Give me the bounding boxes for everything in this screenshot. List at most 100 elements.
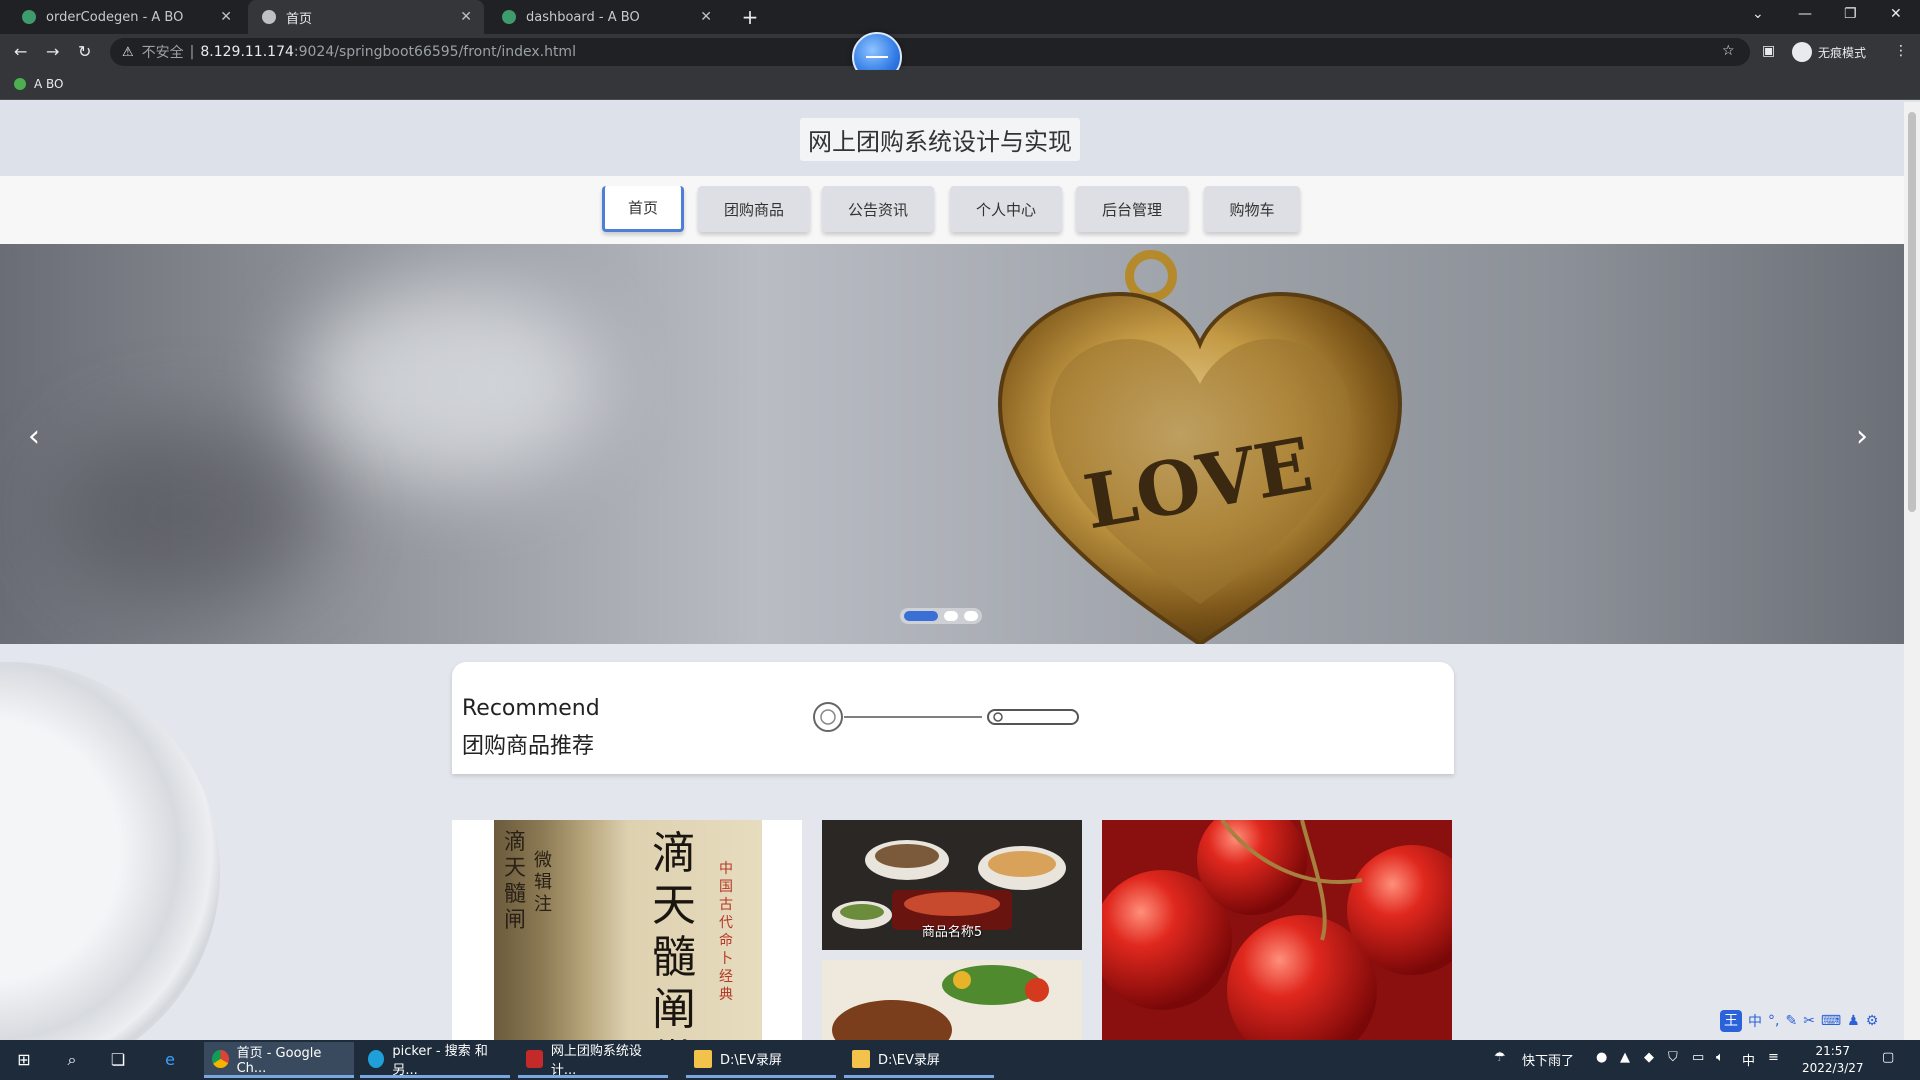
product-card-food[interactable]: 商品名称5 (822, 820, 1082, 950)
url-path: :9024/springboot66595/front/index.html (293, 44, 576, 60)
close-tab-icon[interactable]: ✕ (460, 9, 472, 25)
taskbar-app-label: 首页 - Google Ch... (236, 1045, 322, 1076)
tab-search-icon[interactable]: ⌄ (1752, 6, 1764, 22)
bookmarks-bar: A BO (0, 70, 1920, 100)
ime-mode-icon[interactable]: 中 (1748, 1011, 1762, 1031)
menu-icon[interactable]: ⋮ (1894, 43, 1908, 59)
chrome-icon (212, 1049, 229, 1068)
ime-settings-icon[interactable]: ⚙ (1866, 1013, 1879, 1029)
browser-tab-1[interactable]: orderCodegen - A BO ✕ (8, 0, 244, 34)
wechat-icon[interactable]: ● (1596, 1050, 1607, 1065)
clock-date: 2022/3/27 (1802, 1061, 1864, 1075)
recommend-title-cn: 团购商品推荐 (462, 734, 595, 759)
minimize-icon[interactable]: — (1798, 6, 1812, 22)
ime-punct-icon[interactable]: °, (1768, 1013, 1779, 1029)
carousel-prev-icon[interactable]: ‹ (28, 419, 40, 454)
taskbar-app-label: D:\EV录屏 (878, 1053, 940, 1068)
tab-label: orderCodegen - A BO (46, 9, 184, 25)
taskbar-app-project[interactable]: 网上团购系统设计... (518, 1042, 668, 1078)
food-plate-image (822, 960, 1082, 1040)
security-label: 不安全 (141, 45, 184, 61)
tray-app-icon[interactable]: ▲ (1620, 1050, 1630, 1065)
ime-skin-icon[interactable]: ♟ (1847, 1013, 1860, 1029)
site-header: 网上团购系统设计与实现 (0, 102, 1904, 176)
tray-app-icon[interactable]: ◆ (1644, 1050, 1654, 1065)
book-cover-image: 滴天髓闸 微辑注 滴天髓阐微 中国古代命卜经典 (494, 820, 762, 1040)
folder-icon (852, 1049, 870, 1068)
clock-time: 21:57 (1815, 1044, 1851, 1058)
page-scrollbar[interactable] (1904, 102, 1920, 1040)
side-panel-icon[interactable]: ▣ (1762, 43, 1775, 59)
address-bar[interactable]: ⚠ 不安全 | 8.129.11.174 :9024/springboot665… (110, 38, 1750, 66)
tab-label: dashboard - A BO (526, 9, 640, 25)
taskbar-app-folder-2[interactable]: D:\EV录屏 (844, 1042, 994, 1078)
reload-icon[interactable]: ↻ (78, 42, 91, 61)
nav-item-cart[interactable]: 购物车 (1204, 186, 1300, 232)
separator: | (189, 44, 195, 60)
carousel-dot-2[interactable] (944, 611, 958, 621)
product-card-book[interactable]: 滴天髓闸 微辑注 滴天髓阐微 中国古代命卜经典 (452, 820, 802, 1040)
tab-favicon-icon (22, 10, 36, 24)
book-title-text: 滴天髓阐微 (652, 828, 696, 1040)
carousel-indicators (900, 608, 982, 624)
volume-icon[interactable]: 🔈︎ (1716, 1050, 1724, 1065)
banner-carousel[interactable]: LOVE ‹ › (0, 244, 1904, 644)
taskbar-app-edge[interactable]: picker - 搜索 和另... (360, 1042, 510, 1078)
decorative-line-icon (813, 702, 1079, 732)
network-icon[interactable]: ▭ (1692, 1050, 1704, 1065)
incognito-label: 无痕模式 (1818, 45, 1867, 60)
system-clock[interactable]: 21:57 2022/3/27 (1802, 1043, 1864, 1077)
notification-icon[interactable]: ▢ (1882, 1050, 1894, 1065)
taskbar-app-chrome[interactable]: 首页 - Google Ch... (204, 1042, 354, 1078)
nav-item-admin[interactable]: 后台管理 (1076, 186, 1188, 232)
nav-item-profile[interactable]: 个人中心 (950, 186, 1062, 232)
product-card-cherry[interactable] (1102, 820, 1452, 1040)
carousel-dot-1[interactable] (904, 611, 938, 621)
close-window-icon[interactable]: ✕ (1890, 6, 1902, 22)
ime-pen-icon[interactable]: ✎ (1785, 1013, 1797, 1029)
close-tab-icon[interactable]: ✕ (700, 9, 712, 25)
browser-tab-3[interactable]: dashboard - A BO ✕ (488, 0, 724, 34)
taskbar-app-folder-1[interactable]: D:\EV录屏 (686, 1042, 836, 1078)
app-icon (526, 1049, 543, 1068)
decorative-plate-image (0, 662, 220, 1040)
ime-scissors-icon[interactable]: ✂ (1803, 1013, 1815, 1029)
tab-favicon-icon (502, 10, 516, 24)
product-card-food-2[interactable] (822, 960, 1082, 1040)
banner-bokeh (300, 284, 600, 484)
nav-item-news[interactable]: 公告资讯 (822, 186, 934, 232)
close-tab-icon[interactable]: ✕ (220, 9, 232, 25)
search-icon[interactable]: ⌕ (62, 1050, 82, 1070)
new-tab-button[interactable]: + (738, 5, 762, 29)
restore-icon[interactable]: ❐ (1844, 6, 1857, 22)
ime-tray-icon[interactable]: ≡ (1768, 1050, 1779, 1065)
star-icon[interactable]: ☆ (1722, 43, 1735, 59)
nav-item-products[interactable]: 团购商品 (698, 186, 810, 232)
windows-taskbar: ⊞ ⌕ ❏ e 首页 - Google Ch... picker - 搜索 和另… (0, 1040, 1920, 1080)
weather-icon[interactable]: ☂ (1494, 1050, 1506, 1065)
carousel-dot-3[interactable] (964, 611, 978, 621)
back-icon[interactable]: ← (14, 42, 27, 61)
incognito-indicator[interactable]: 无痕模式 (1792, 42, 1866, 62)
book-side-text: 中国古代命卜经典 (719, 861, 733, 1003)
main-nav: 首页 团购商品 公告资讯 个人中心 后台管理 购物车 (0, 176, 1904, 244)
bookmark-item[interactable]: A BO (14, 77, 64, 91)
weather-text[interactable]: 快下雨了 (1522, 1050, 1574, 1069)
bookmark-favicon-icon (14, 78, 26, 90)
carousel-next-icon[interactable]: › (1856, 419, 1868, 454)
forward-icon[interactable]: → (46, 42, 59, 61)
shield-icon[interactable]: ⛉ (1668, 1050, 1678, 1065)
windows-start-icon[interactable]: ⊞ (14, 1050, 34, 1070)
ime-logo-icon[interactable]: 王 (1720, 1010, 1742, 1032)
book-spine-text: 滴天髓闸 (504, 830, 527, 933)
incognito-icon (1792, 42, 1812, 62)
scrollbar-thumb[interactable] (1908, 112, 1916, 512)
task-view-icon[interactable]: ❏ (108, 1050, 128, 1070)
ime-keyboard-icon[interactable]: ⌨ (1821, 1013, 1841, 1029)
browser-tab-2[interactable]: 首页 ✕ (248, 0, 484, 34)
ime-toolbar[interactable]: 王 中 °, ✎ ✂ ⌨ ♟ ⚙ (1720, 1010, 1878, 1032)
ie-browser-icon[interactable]: e (160, 1050, 180, 1070)
nav-item-home[interactable]: 首页 (602, 186, 684, 232)
taskbar-app-label: 网上团购系统设计... (550, 1043, 642, 1078)
ime-indicator[interactable]: 中 (1742, 1050, 1755, 1069)
